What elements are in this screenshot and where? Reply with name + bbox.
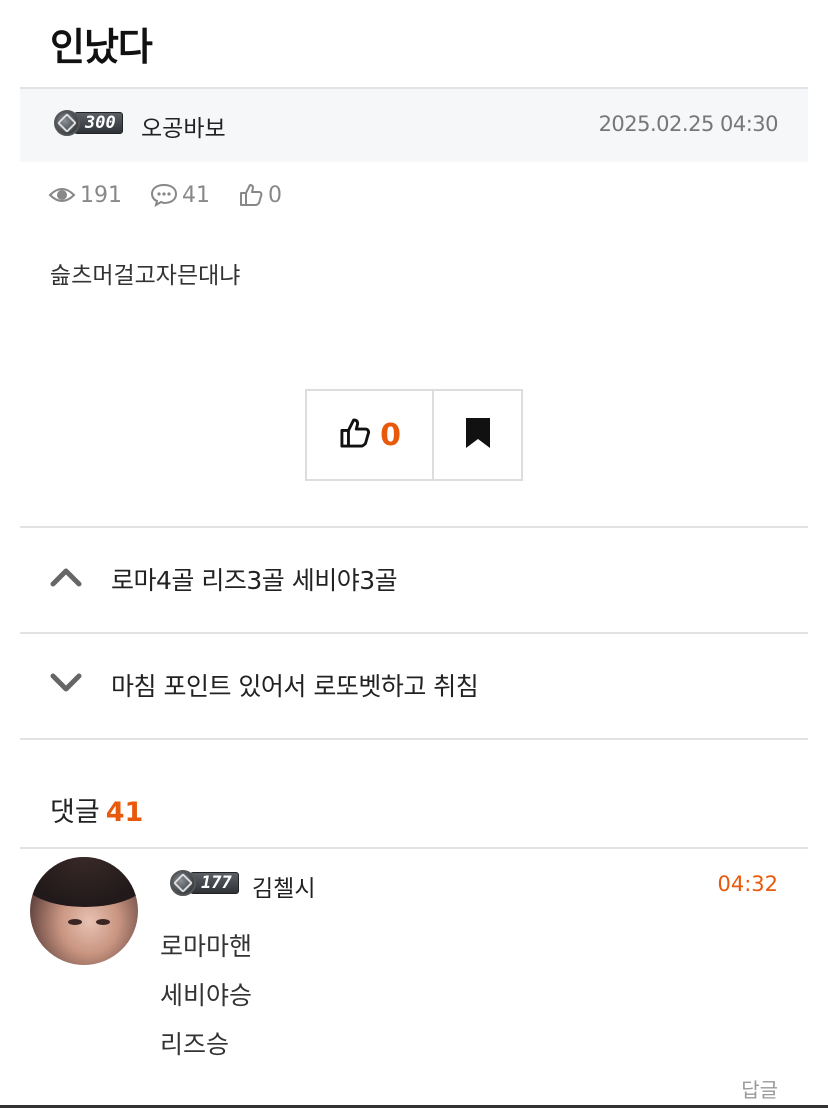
author-name[interactable]: 오공바보 (141, 109, 226, 143)
comment-icon (150, 183, 178, 207)
views-stat: 191 (48, 183, 122, 208)
eye-icon (48, 185, 76, 205)
chevron-down-icon (50, 673, 82, 697)
comment-author-level: 177 (190, 872, 239, 894)
next-post-link[interactable]: 마침 포인트 있어서 로또벳하고 취침 (20, 633, 808, 737)
views-count: 191 (80, 182, 122, 208)
reply-button[interactable]: 답글 (741, 1074, 778, 1103)
prev-post-title: 로마4골 리즈3골 세비야3골 (111, 566, 398, 595)
comments-label: 댓글 (50, 797, 100, 828)
like-count: 0 (380, 417, 401, 453)
post-date: 2025.02.25 04:30 (598, 112, 779, 136)
level-emblem-icon (54, 110, 80, 136)
likes-count: 0 (268, 182, 282, 208)
divider (20, 738, 808, 740)
author-level-badge: 300 (54, 110, 123, 136)
next-post-title: 마침 포인트 있어서 로또벳하고 취침 (111, 672, 479, 701)
comment-text-line: 로마마핸 (160, 932, 253, 961)
post-title: 인났다 (50, 25, 153, 69)
divider (20, 847, 808, 849)
bookmark-icon (465, 417, 491, 453)
comment-text-line: 리즈승 (160, 1030, 230, 1059)
author-bar: 300 오공바보 2025.02.25 04:30 (20, 87, 808, 162)
bookmark-button[interactable] (434, 391, 521, 479)
comments-count: 41 (182, 182, 210, 208)
avatar[interactable] (30, 857, 138, 965)
prev-post-link[interactable]: 로마4골 리즈3골 세비야3골 (20, 527, 808, 631)
likes-stat: 0 (238, 182, 282, 208)
level-emblem-icon (170, 870, 196, 896)
comment-author[interactable]: 김첼시 (252, 869, 315, 903)
thumbs-up-icon (338, 416, 372, 454)
chevron-up-icon (50, 567, 82, 591)
comment-time: 04:32 (717, 872, 778, 896)
post-body: 슲츠머걸고자믄대냐 (50, 263, 241, 289)
post-actions: 0 (305, 389, 523, 481)
comment-text-line: 세비야승 (160, 981, 253, 1010)
comments-stat: 41 (150, 183, 210, 208)
comments-total: 41 (105, 797, 144, 828)
comments-header: 댓글 41 (50, 790, 143, 829)
like-button[interactable]: 0 (307, 391, 434, 479)
post-stats: 191 41 0 (48, 182, 282, 208)
author-level: 300 (74, 112, 123, 134)
comment-level-badge: 177 (170, 870, 239, 896)
thumbs-up-icon (238, 182, 264, 208)
